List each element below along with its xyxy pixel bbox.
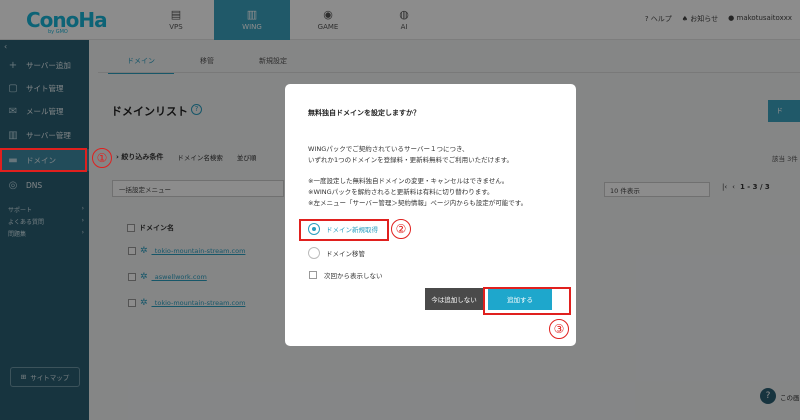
annotation-box-add-button <box>483 287 571 315</box>
annotation-step-2: ② <box>391 219 411 239</box>
radio-transfer-domain[interactable]: ドメイン移管 <box>308 247 365 259</box>
annotation-step-1: ① <box>92 148 112 168</box>
dialog-note-line: ※一度設定した無料独自ドメインの変更・キャンセルはできません。 <box>308 177 509 185</box>
checkbox-box <box>309 271 317 279</box>
radio-transfer-label: ドメイン移管 <box>326 250 365 258</box>
dialog-text-line: いずれか1つのドメインを登録料・更新料無料でご利用いただけます。 <box>308 156 513 164</box>
annotation-step-3: ③ <box>549 319 569 339</box>
dialog-description: WINGパックでご契約されているサーバー１つにつき、 いずれか1つのドメインを登… <box>308 144 513 166</box>
not-now-button[interactable]: 今は追加しない <box>425 288 483 310</box>
dialog-title: 無料独自ドメインを設定しますか？ <box>308 109 420 117</box>
dont-show-label: 次回から表示しない <box>324 272 383 280</box>
dialog-note-line: ※WINGパックを解約されると更新料は有料に切り替わります。 <box>308 188 494 196</box>
annotation-box-domain-menu <box>0 148 87 172</box>
dialog-notes: ※一度設定した無料独自ドメインの変更・キャンセルはできません。 ※WINGパック… <box>308 176 527 209</box>
dialog-note-line: ※左メニュー「サーバー管理＞契約情報」ページ内からも設定が可能です。 <box>308 199 528 207</box>
dont-show-again-checkbox[interactable]: 次回から表示しない <box>309 270 383 280</box>
radio-unselected-icon <box>308 247 320 259</box>
annotation-box-new-domain <box>299 219 389 241</box>
dialog-text-line: WINGパックでご契約されているサーバー１つにつき、 <box>308 145 469 153</box>
